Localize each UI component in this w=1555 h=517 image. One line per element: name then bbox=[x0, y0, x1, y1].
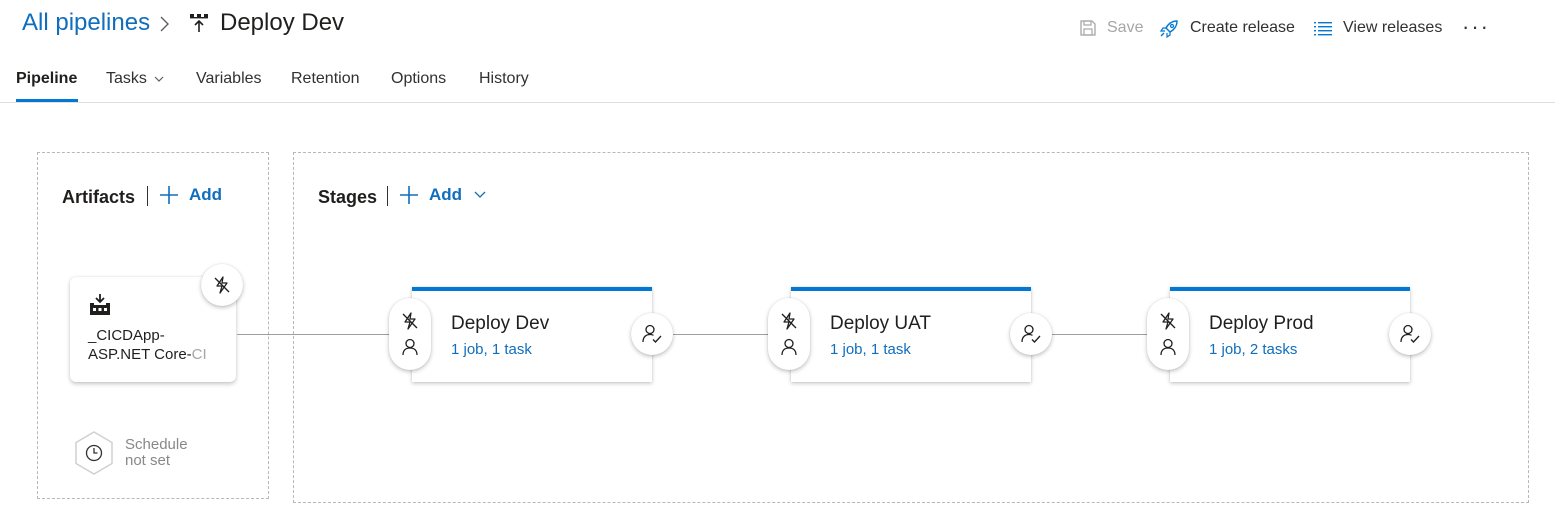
pre-deployment-approvers-button[interactable] bbox=[1158, 337, 1178, 357]
plus-icon bbox=[160, 186, 178, 204]
connector-uat-to-prod bbox=[1052, 334, 1148, 335]
person-icon bbox=[781, 338, 797, 356]
chevron-down-icon bbox=[474, 191, 486, 198]
tab-tasks[interactable]: Tasks bbox=[106, 70, 167, 88]
add-artifact-button[interactable]: Add bbox=[159, 185, 222, 205]
person-check-icon bbox=[1400, 324, 1420, 343]
person-check-icon bbox=[642, 324, 662, 343]
pre-deployment-conditions bbox=[1147, 298, 1189, 370]
lightning-icon bbox=[781, 312, 797, 330]
schedule-clock-icon[interactable] bbox=[72, 430, 116, 476]
pre-deployment-trigger-button[interactable] bbox=[779, 311, 799, 331]
tab-pipeline[interactable]: Pipeline bbox=[16, 70, 77, 88]
artifacts-title: Artifacts bbox=[62, 187, 136, 207]
tab-variables[interactable]: Variables bbox=[196, 70, 262, 88]
tab-divider bbox=[0, 102, 1555, 103]
post-deployment-approvers-button[interactable] bbox=[1389, 313, 1431, 355]
stage-name: Deploy UAT bbox=[830, 313, 932, 334]
schedule-line2: not set bbox=[125, 452, 171, 469]
lightning-icon bbox=[402, 312, 418, 330]
pre-deployment-approvers-button[interactable] bbox=[400, 337, 420, 357]
pre-deployment-trigger-button[interactable] bbox=[1158, 311, 1178, 331]
save-icon bbox=[1080, 20, 1096, 36]
stage-name: Deploy Prod bbox=[1209, 313, 1314, 334]
person-check-icon bbox=[1021, 324, 1041, 343]
tab-history[interactable]: History bbox=[479, 70, 529, 88]
artifact-trigger-button[interactable] bbox=[201, 264, 243, 306]
artifact-name-line1: _CICDApp- bbox=[88, 327, 165, 344]
lightning-icon bbox=[1160, 312, 1176, 330]
pre-deployment-conditions bbox=[768, 298, 810, 370]
create-release-button[interactable]: Create release bbox=[1159, 16, 1295, 40]
pre-deployment-trigger-button[interactable] bbox=[400, 311, 420, 331]
save-button[interactable]: Save bbox=[1079, 16, 1143, 40]
pre-deployment-approvers-button[interactable] bbox=[779, 337, 799, 357]
stages-title-divider bbox=[387, 186, 388, 206]
artifacts-title-divider bbox=[147, 186, 148, 206]
tab-retention[interactable]: Retention bbox=[291, 70, 360, 88]
connector-artifact-to-dev bbox=[237, 334, 389, 335]
add-stage-label: Add bbox=[429, 185, 463, 204]
list-icon bbox=[1314, 22, 1332, 36]
tab-options[interactable]: Options bbox=[391, 70, 446, 88]
pre-deployment-conditions bbox=[389, 298, 431, 370]
more-actions-button[interactable]: ··· bbox=[1462, 14, 1490, 40]
post-deployment-approvers-button[interactable] bbox=[631, 313, 673, 355]
lightning-icon bbox=[214, 276, 230, 294]
save-label: Save bbox=[1107, 19, 1144, 36]
rocket-icon bbox=[1159, 19, 1178, 38]
person-icon bbox=[1160, 338, 1176, 356]
stage-summary-link[interactable]: 1 job, 1 task bbox=[830, 341, 911, 358]
stage-summary-link[interactable]: 1 job, 2 tasks bbox=[1209, 341, 1297, 358]
artifact-name-line2: ASP.NET Core- bbox=[88, 346, 192, 363]
artifact-name-fade: CI bbox=[191, 346, 207, 363]
chevron-down-icon bbox=[154, 76, 164, 82]
add-stage-button[interactable]: Add bbox=[399, 185, 498, 205]
chevron-right-icon bbox=[160, 16, 169, 32]
release-pipeline-icon bbox=[190, 14, 208, 32]
stage-summary-link[interactable]: 1 job, 1 task bbox=[451, 341, 532, 358]
page-title: Deploy Dev bbox=[220, 9, 345, 36]
stages-title: Stages bbox=[318, 187, 378, 207]
schedule-line1: Schedule bbox=[125, 436, 188, 453]
build-artifact-icon bbox=[90, 294, 110, 315]
add-artifact-label: Add bbox=[189, 185, 223, 204]
post-deployment-approvers-button[interactable] bbox=[1010, 313, 1052, 355]
schedule-status: Schedule not set bbox=[125, 437, 188, 469]
view-releases-button[interactable]: View releases bbox=[1313, 16, 1442, 40]
tab-tasks-label: Tasks bbox=[106, 70, 147, 87]
plus-icon bbox=[400, 186, 418, 204]
create-release-label: Create release bbox=[1190, 19, 1295, 36]
stage-name: Deploy Dev bbox=[451, 313, 550, 334]
artifact-name: _CICDApp- ASP.NET Core-CI bbox=[88, 326, 228, 364]
breadcrumb-all-pipelines[interactable]: All pipelines bbox=[22, 9, 150, 37]
view-releases-label: View releases bbox=[1343, 19, 1443, 36]
person-icon bbox=[402, 338, 418, 356]
connector-dev-to-uat bbox=[673, 334, 769, 335]
